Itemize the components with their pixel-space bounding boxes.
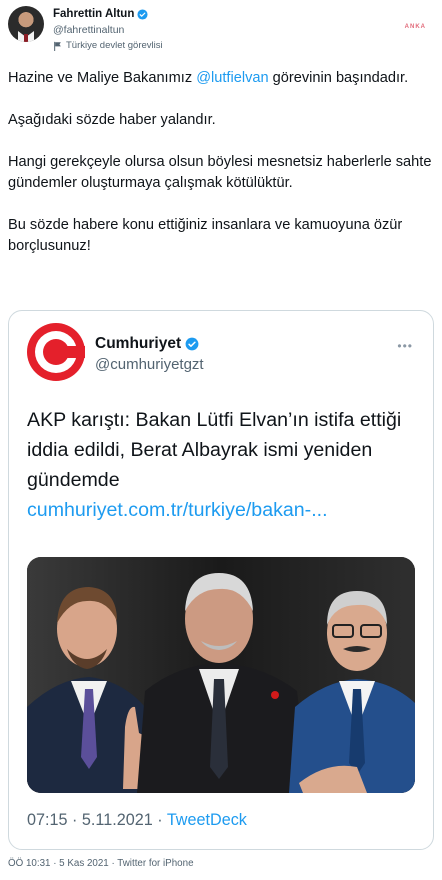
quote-text-body: AKP karıştı: Bakan Lütfi Elvan’ın istifa…: [27, 409, 402, 491]
quoted-tweet-card[interactable]: Cumhuriyet @cumhuriyetgzt ••• AKP karışt…: [8, 310, 434, 850]
verified-badge-icon: [185, 337, 199, 351]
verified-badge-icon: [137, 8, 148, 20]
name-row: Fahrettin Altun: [53, 8, 148, 20]
tweet-text: Hazine ve Maliye Bakanımız @lutfielvan g…: [8, 68, 434, 257]
quote-source[interactable]: TweetDeck: [167, 811, 247, 829]
flag-icon: [54, 41, 61, 51]
tweet-paragraph-2: Aşağıdaki sözde haber yalandır.: [8, 112, 216, 128]
tweet-text-part: görevinin başındadır.: [268, 70, 409, 86]
tweet-header: Fahrettin Altun @fahrettinaltun Türkiye …: [8, 6, 434, 54]
avatar-tie: [24, 34, 28, 42]
tweet-metadata[interactable]: ÖÖ 10:31 · 5 Kas 2021 · Twitter for iPho…: [8, 858, 194, 869]
government-label-text: Türkiye devlet görevlisi: [66, 40, 163, 51]
government-label[interactable]: Türkiye devlet görevlisi: [53, 40, 163, 51]
tweet-paragraph-4: Bu sözde habere konu ettiğiniz insanlara…: [8, 217, 403, 254]
logo-c-gap: [63, 346, 85, 358]
quote-author-name[interactable]: Cumhuriyet: [95, 335, 181, 353]
avatar[interactable]: [8, 6, 44, 42]
news-photo-illustration: [27, 557, 415, 793]
more-options-icon[interactable]: •••: [397, 339, 413, 353]
author-handle[interactable]: @fahrettinaltun: [53, 24, 124, 36]
quote-footer: 07:15 · 5.11.2021 · TweetDeck: [27, 811, 247, 830]
tweet-paragraph-3: Hangi gerekçeyle olursa olsun böylesi me…: [8, 154, 432, 191]
quote-link[interactable]: cumhuriyet.com.tr/turkiye/bakan-...: [27, 495, 421, 525]
quote-timestamp[interactable]: 07:15 · 5.11.2021 ·: [27, 811, 167, 829]
news-photo[interactable]: [27, 557, 415, 793]
cumhuriyet-logo[interactable]: [27, 323, 85, 381]
author-name[interactable]: Fahrettin Altun: [53, 8, 134, 20]
quote-text: AKP karıştı: Bakan Lütfi Elvan’ın istifa…: [27, 405, 421, 525]
tweet-text-part: Hazine ve Maliye Bakanımız: [8, 70, 197, 86]
tweet-paragraph-1: Hazine ve Maliye Bakanımız @lutfielvan g…: [8, 68, 434, 89]
mention-link[interactable]: @lutfielvan: [196, 70, 268, 86]
quote-author-handle[interactable]: @cumhuriyetgzt: [95, 356, 204, 373]
quote-name-row: Cumhuriyet: [95, 335, 199, 353]
